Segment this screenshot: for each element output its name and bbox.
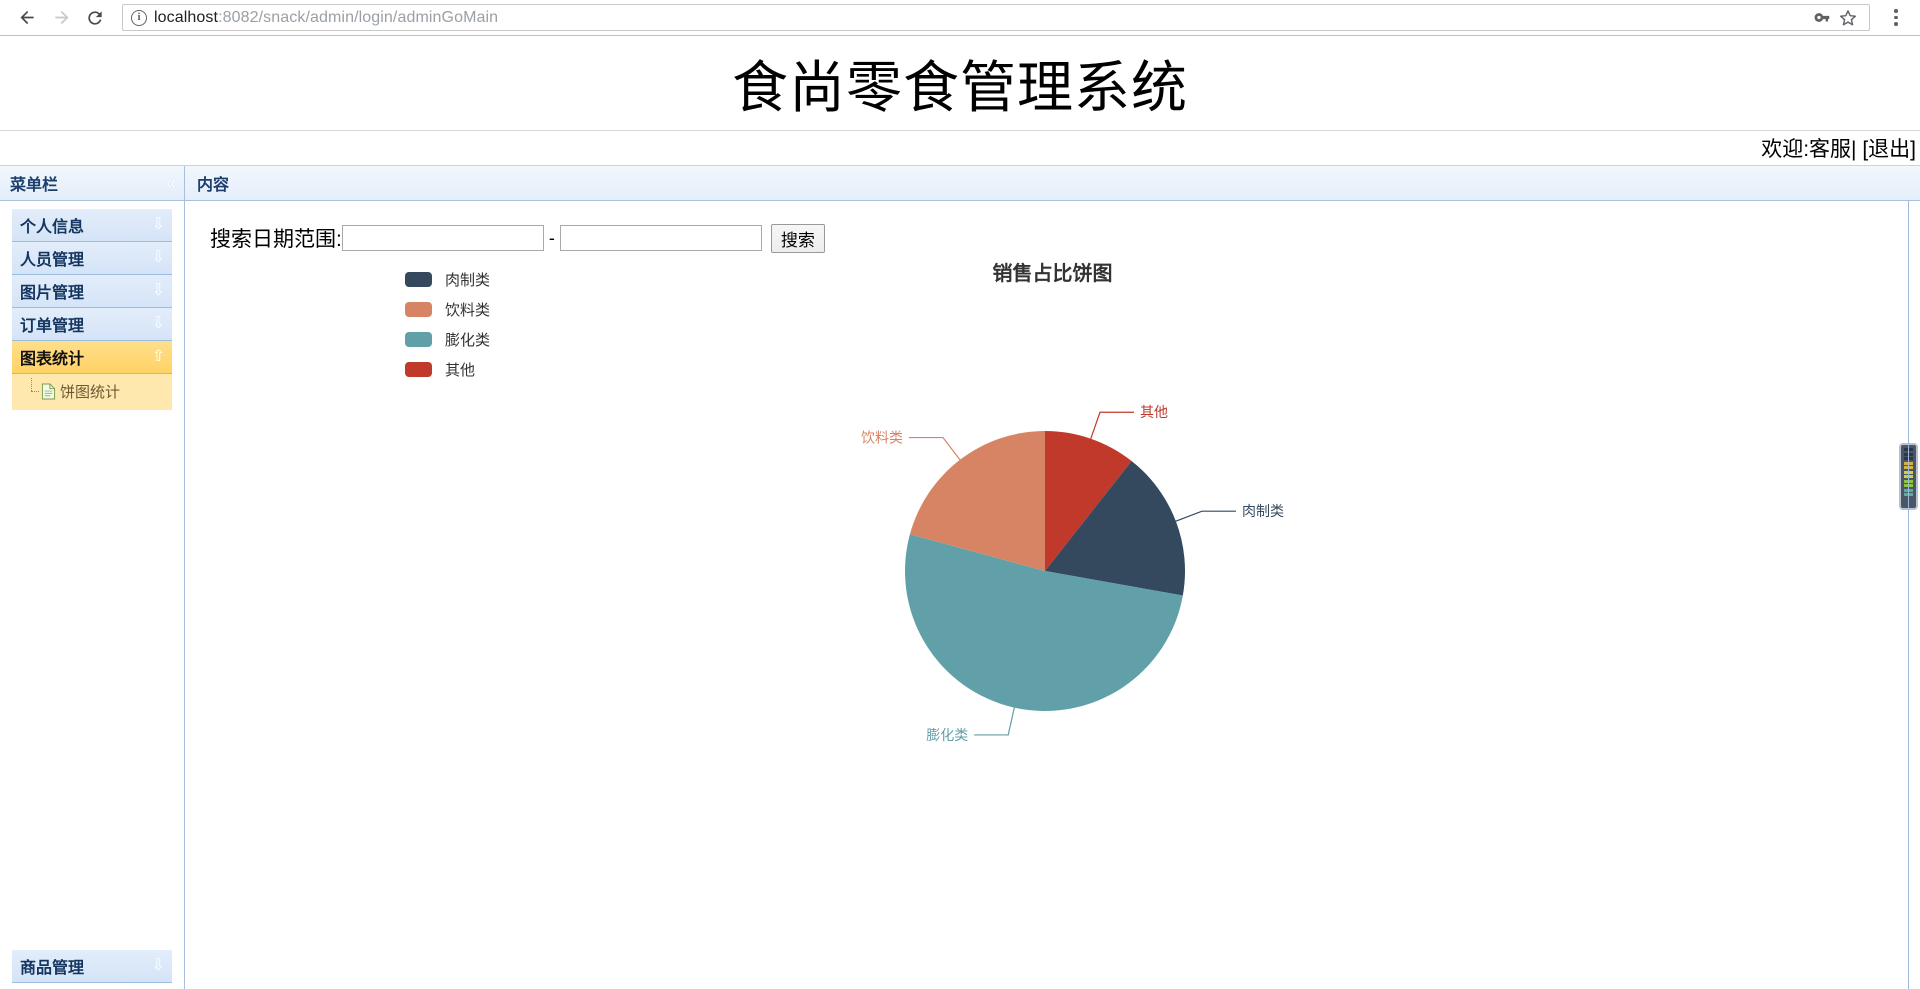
- sidebar-item-label: 图表统计: [20, 345, 84, 369]
- sidebar-title: 菜单栏: [10, 171, 58, 195]
- pie-callout-label: 饮料类: [861, 430, 903, 446]
- pie-callout-labels: 其他肉制类膨化类 饮料类: [861, 404, 1284, 743]
- legend-swatch: [405, 302, 432, 317]
- legend-swatch: [405, 362, 432, 377]
- pie-slice[interactable]: [910, 431, 1045, 571]
- app-header: 食尚零食管理系统: [0, 36, 1920, 131]
- sidebar-item-image-management[interactable]: 图片管理 ⇩: [12, 275, 172, 308]
- pie-slice[interactable]: [905, 534, 1183, 711]
- reload-button[interactable]: [78, 1, 112, 35]
- scrollbar-track[interactable]: [1908, 201, 1909, 989]
- sidebar-submenu: 饼图统计: [12, 374, 172, 410]
- content-header: 内容: [185, 166, 1920, 201]
- content-inner: 搜索日期范围: - 搜索 肉制类 饮料类 膨化类: [185, 201, 1920, 989]
- legend-item-meat[interactable]: 肉制类: [405, 264, 490, 294]
- pie-callout-label: 膨化类: [926, 727, 968, 743]
- legend-item-beverage[interactable]: 饮料类: [405, 294, 490, 324]
- sidebar-item-label: 人员管理: [20, 246, 84, 270]
- search-start-date-input[interactable]: [342, 225, 544, 251]
- tree-elbow-icon: [26, 380, 40, 402]
- content-panel: 内容 搜索日期范围: - 搜索 肉制类 饮料类: [185, 166, 1920, 989]
- search-toolbar: 搜索日期范围: - 搜索: [185, 201, 1920, 253]
- pie-slices: [905, 431, 1185, 711]
- legend-label: 其他: [445, 359, 475, 380]
- sidebar-header: 菜单栏 «: [0, 166, 184, 201]
- password-key-icon[interactable]: [1809, 5, 1835, 31]
- browser-toolbar: i localhost:8082/snack/admin/login/admin…: [0, 0, 1920, 36]
- sidebar-item-chart-statistics[interactable]: 图表统计 ⇧: [12, 341, 172, 374]
- page-title: 食尚零食管理系统: [732, 43, 1188, 124]
- legend-swatch: [405, 272, 432, 287]
- legend-item-other[interactable]: 其他: [405, 354, 490, 384]
- welcome-bar: 欢迎:客服| [退出]: [0, 131, 1920, 166]
- search-button[interactable]: 搜索: [771, 224, 825, 253]
- search-end-date-input[interactable]: [560, 225, 762, 251]
- double-chevron-down-icon[interactable]: ⇩: [152, 283, 165, 299]
- browser-menu-icon[interactable]: [1882, 3, 1910, 33]
- sidebar-item-personal-info[interactable]: 个人信息 ⇩: [12, 209, 172, 242]
- url-host: localhost: [154, 9, 218, 26]
- sidebar-item-order-management[interactable]: 订单管理 ⇩: [12, 308, 172, 341]
- info-icon[interactable]: i: [131, 10, 147, 26]
- legend-label: 肉制类: [445, 269, 490, 290]
- url-path: :8082/snack/admin/login/adminGoMain: [218, 9, 498, 26]
- pie-callout-label: 其他: [1140, 404, 1168, 420]
- sidebar-bottom-group: 商品管理 ⇩: [12, 950, 172, 989]
- pie-callout-line: [909, 438, 962, 462]
- sidebar: 菜单栏 « 个人信息 ⇩ 人员管理 ⇩ 图片管理 ⇩ 订单管理: [0, 166, 185, 989]
- reload-icon: [85, 8, 105, 28]
- arrow-left-icon: [17, 7, 38, 28]
- sidebar-item-label: 商品管理: [20, 954, 84, 978]
- sidebar-item-product-management[interactable]: 商品管理 ⇩: [12, 950, 172, 983]
- sidebar-menu-group: 个人信息 ⇩ 人员管理 ⇩ 图片管理 ⇩ 订单管理 ⇩ 图表统计 ⇧: [12, 209, 172, 410]
- legend-label: 饮料类: [445, 299, 490, 320]
- sidebar-item-label: 个人信息: [20, 213, 84, 237]
- pie-callout-line: [1090, 412, 1134, 441]
- document-icon: [40, 382, 56, 400]
- date-range-separator: -: [544, 228, 560, 249]
- sidebar-item-label: 图片管理: [20, 279, 84, 303]
- sidebar-item-staff-management[interactable]: 人员管理 ⇩: [12, 242, 172, 275]
- menu-dot: [1894, 22, 1898, 26]
- menu-dot: [1894, 16, 1898, 20]
- double-chevron-down-icon[interactable]: ⇩: [152, 958, 165, 974]
- pie-callout-line: [1173, 511, 1236, 522]
- search-date-range-label: 搜索日期范围:: [210, 223, 342, 253]
- app-body: 菜单栏 « 个人信息 ⇩ 人员管理 ⇩ 图片管理 ⇩ 订单管理: [0, 166, 1920, 989]
- sidebar-spacer: [12, 410, 172, 950]
- double-chevron-down-icon[interactable]: ⇩: [152, 316, 165, 332]
- sidebar-item-label: 订单管理: [20, 312, 84, 336]
- double-chevron-left-icon[interactable]: «: [166, 174, 176, 192]
- double-chevron-down-icon[interactable]: ⇩: [152, 250, 165, 266]
- legend-item-puffed[interactable]: 膨化类: [405, 324, 490, 354]
- menu-dot: [1894, 9, 1898, 13]
- url-text: localhost:8082/snack/admin/login/adminGo…: [154, 9, 498, 27]
- bookmark-star-icon[interactable]: [1835, 5, 1861, 31]
- sidebar-submenu-label: 饼图统计: [60, 381, 120, 402]
- chart-legend: 肉制类 饮料类 膨化类 其他: [405, 264, 490, 384]
- forward-button[interactable]: [44, 1, 78, 35]
- pie-slice[interactable]: [1045, 461, 1185, 596]
- double-chevron-up-icon[interactable]: ⇧: [152, 349, 165, 365]
- double-chevron-down-icon[interactable]: ⇩: [152, 217, 165, 233]
- pie-slice[interactable]: [1045, 431, 1132, 571]
- pie-callout-line: [974, 705, 1015, 735]
- legend-swatch: [405, 332, 432, 347]
- back-button[interactable]: [10, 1, 44, 35]
- legend-label: 膨化类: [445, 329, 490, 350]
- sidebar-menu: 个人信息 ⇩ 人员管理 ⇩ 图片管理 ⇩ 订单管理 ⇩ 图表统计 ⇧: [0, 201, 184, 989]
- content-header-label: 内容: [197, 171, 229, 195]
- sidebar-item-pie-chart-statistics[interactable]: 饼图统计: [12, 378, 172, 404]
- pie-callout-label: 肉制类: [1242, 503, 1284, 519]
- welcome-text[interactable]: 欢迎:客服| [退出]: [1761, 133, 1916, 163]
- address-bar[interactable]: i localhost:8082/snack/admin/login/admin…: [122, 4, 1870, 31]
- arrow-right-icon: [51, 7, 72, 28]
